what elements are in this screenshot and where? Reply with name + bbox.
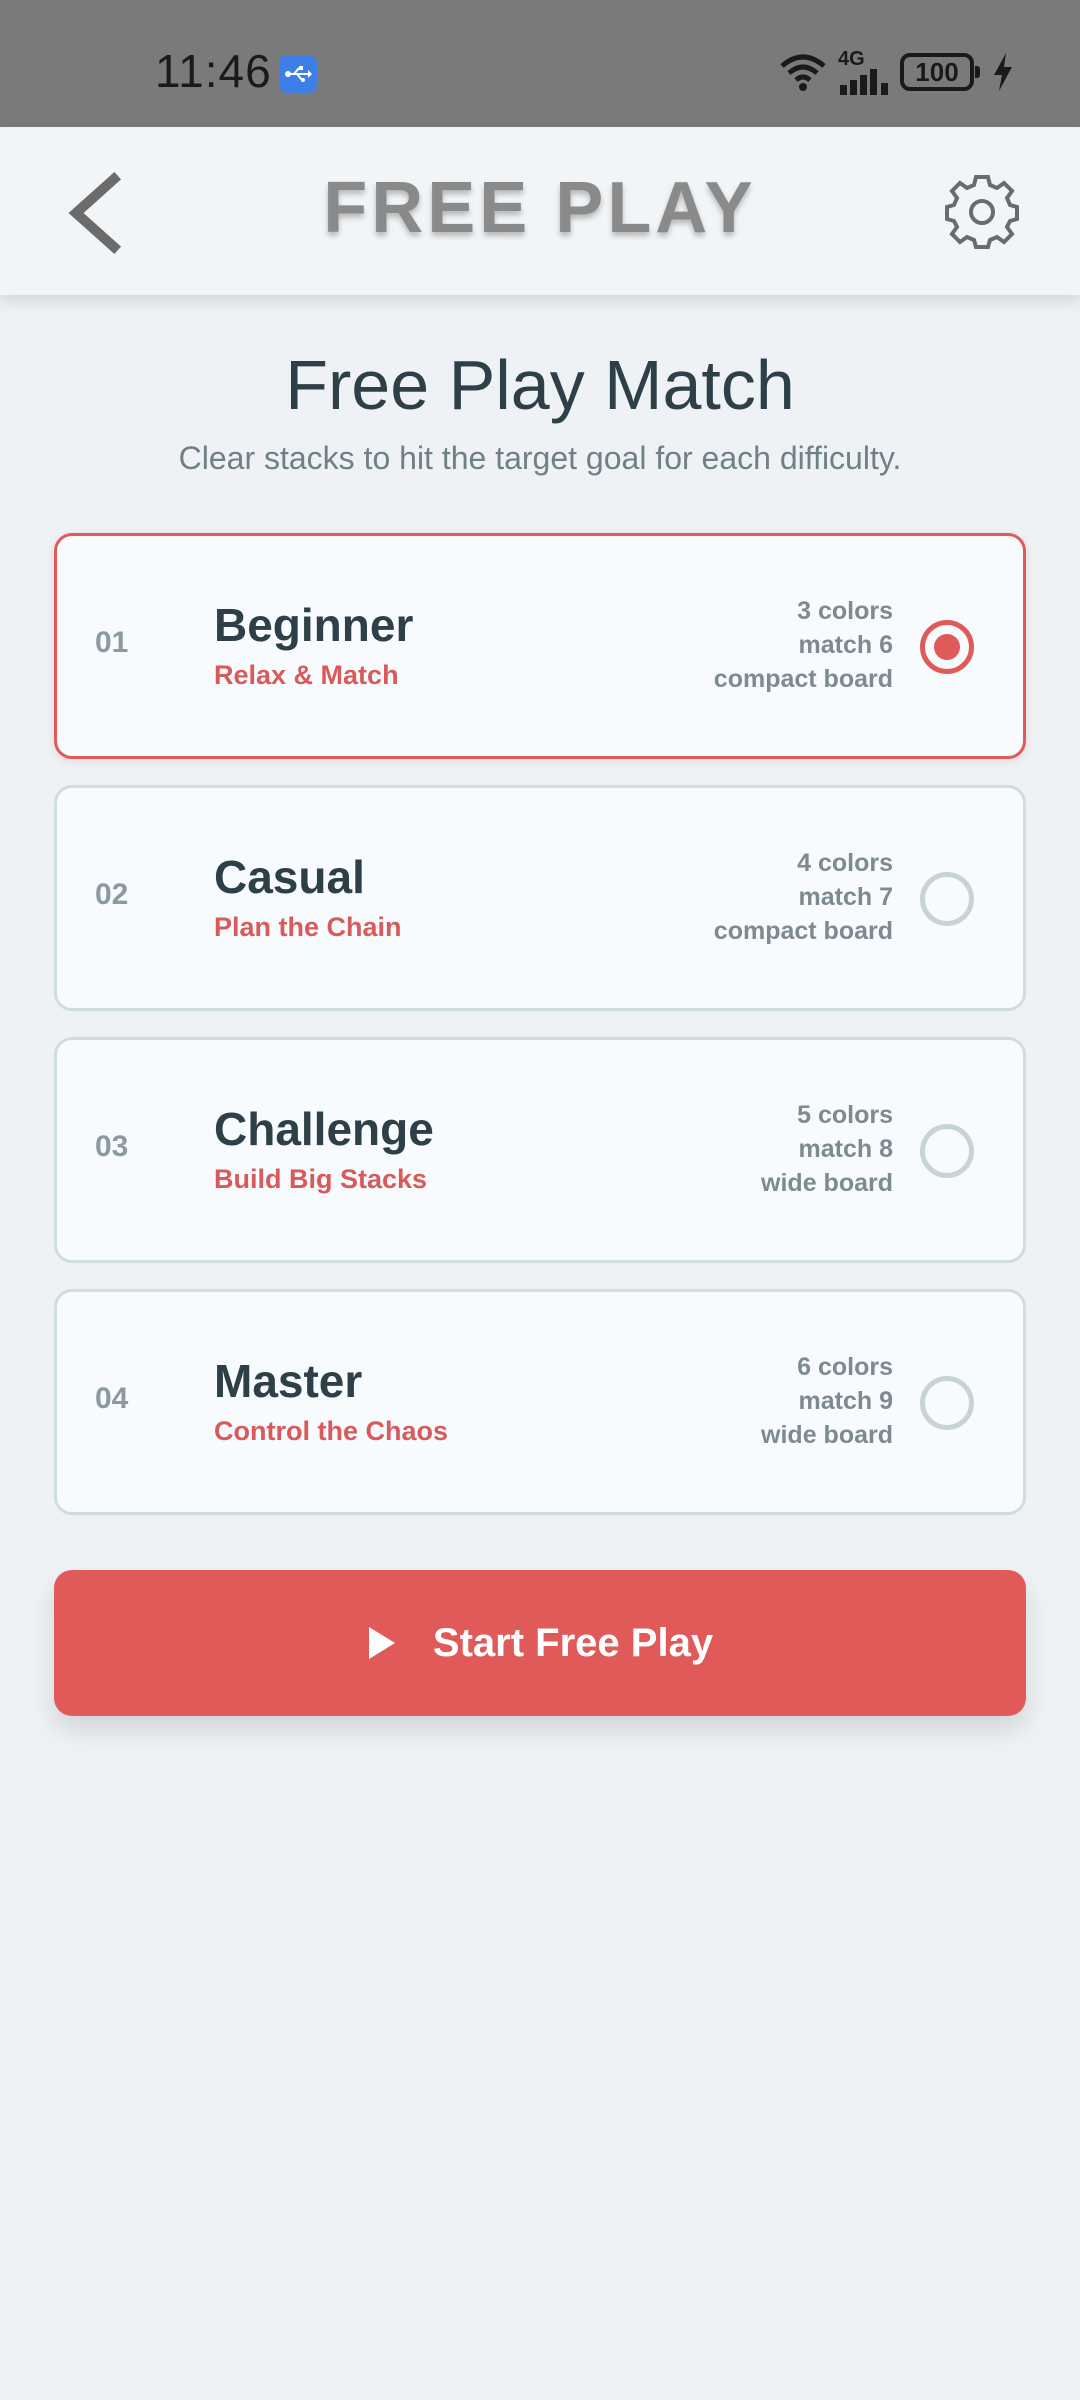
level-radio[interactable] [920,872,974,926]
signal-group: 4G [838,49,890,95]
level-specs: 4 colors match 7 compact board [714,846,893,948]
spec-colors: 4 colors [797,849,893,877]
start-button-label: Start Free Play [432,1620,714,1665]
level-number: 04 [95,1382,129,1415]
level-number: 01 [95,626,129,659]
wifi-icon [780,54,826,91]
spec-board: compact board [713,917,893,945]
spec-board: compact board [713,665,893,693]
level-specs: 5 colors match 8 wide board [761,1098,893,1200]
level-name: Master [214,1355,363,1407]
usb-icon [279,55,317,93]
level-radio[interactable] [920,1124,974,1178]
status-time: 11:46 [155,45,272,97]
battery-icon: 100 [900,53,980,91]
level-card-master[interactable]: 04 Master Control the Chaos 6 colors mat… [54,1289,1026,1515]
spec-board: wide board [761,1421,893,1449]
spec-match: match 9 [798,1387,893,1415]
spec-colors: 6 colors [797,1353,893,1381]
play-icon [368,1627,395,1659]
network-type: 4G [838,48,865,70]
level-name: Casual [214,851,365,903]
level-card-casual[interactable]: 02 Casual Plan the Chain 4 colors match … [54,785,1026,1011]
signal-icon [840,69,888,95]
level-specs: 6 colors match 9 wide board [761,1350,893,1452]
level-number: 02 [95,878,129,911]
level-number: 03 [95,1130,129,1163]
app-bar: FREE PLAY [0,127,1080,295]
page-subtitle: Clear stacks to hit the target goal for … [178,440,902,476]
settings-button[interactable] [944,173,1020,249]
charging-icon [994,53,1012,91]
start-free-play-button[interactable]: Start Free Play [54,1570,1026,1716]
level-name: Beginner [214,599,414,651]
app-title: FREE PLAY [323,168,757,248]
level-tagline: Relax & Match [214,660,399,690]
level-tagline: Plan the Chain [214,912,402,942]
level-radio[interactable] [920,1376,974,1430]
spec-match: match 6 [798,631,893,659]
spec-match: match 8 [798,1135,893,1163]
spec-colors: 3 colors [797,597,893,625]
level-specs: 3 colors match 6 compact board [714,594,893,696]
spec-match: match 7 [798,883,893,911]
level-tagline: Control the Chaos [214,1416,448,1446]
level-radio-selected[interactable] [920,620,974,674]
spec-colors: 5 colors [797,1101,893,1129]
page-title: Free Play Match [285,346,795,424]
level-tagline: Build Big Stacks [214,1164,428,1194]
level-name: Challenge [214,1103,434,1155]
status-bar: 11:46 4G 100 [0,0,1080,127]
gear-icon [945,175,1019,249]
spec-board: wide board [761,1169,893,1197]
status-icons: 4G 100 [778,49,1014,95]
level-card-beginner[interactable]: 01 Beginner Relax & Match 3 colors match… [54,533,1026,759]
level-card-challenge[interactable]: 03 Challenge Build Big Stacks 5 colors m… [54,1037,1026,1263]
